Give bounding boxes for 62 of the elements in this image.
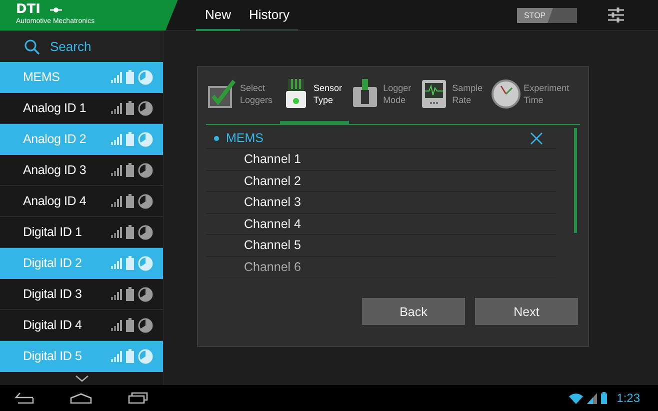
battery-icon	[600, 392, 607, 404]
pie-chart-icon	[138, 100, 153, 116]
wizard-step[interactable]: Logger Mode	[349, 67, 418, 124]
battery-icon	[126, 318, 134, 332]
battery-icon	[126, 194, 134, 208]
pie-chart-icon	[138, 70, 153, 84]
signal-icon	[111, 288, 122, 300]
pie-chart-icon	[138, 132, 153, 146]
recent-apps-icon[interactable]	[128, 392, 148, 404]
search-field[interactable]: Search	[0, 31, 163, 62]
checkbox-icon	[207, 79, 237, 109]
wizard-step[interactable]: Sensor Type	[280, 67, 350, 124]
signal-icon	[111, 72, 122, 82]
signal-icon	[111, 350, 122, 362]
signal-icon	[111, 102, 122, 114]
wizard-step[interactable]: Sample Rate	[418, 67, 490, 124]
pie-chart-icon	[138, 348, 153, 364]
pie-chart-icon	[138, 194, 153, 208]
channel-item[interactable]: Channel 5	[206, 235, 556, 256]
signal-icon	[111, 320, 122, 330]
battery-icon	[126, 132, 134, 146]
chevron-down-icon[interactable]	[74, 375, 88, 382]
pie-chart-icon	[138, 162, 153, 178]
battery-icon	[126, 256, 134, 270]
wizard-step[interactable]: Select Loggers	[206, 67, 280, 124]
signal-icon	[111, 134, 122, 144]
pie-chart-icon	[138, 256, 153, 270]
signal-icon	[111, 226, 122, 238]
scrollbar[interactable]	[574, 128, 577, 233]
channel-item[interactable]: Channel 1	[206, 149, 556, 170]
channel-item[interactable]: Channel 3	[206, 192, 556, 214]
brand-name: DTI	[16, 2, 40, 16]
home-icon[interactable]	[70, 392, 92, 404]
battery-icon	[126, 225, 134, 239]
settings-icon[interactable]	[607, 7, 625, 23]
signal-icon	[111, 164, 122, 176]
wizard-button[interactable]: Next	[475, 298, 578, 325]
battery-icon	[126, 101, 134, 115]
clock-icon	[490, 79, 521, 109]
bullet-icon	[214, 136, 219, 140]
channel-item[interactable]: Channel 4	[206, 214, 556, 235]
wizard-button[interactable]: Back	[362, 298, 465, 325]
search-icon	[24, 38, 40, 54]
signal-icon	[111, 258, 122, 268]
back-icon[interactable]	[14, 392, 34, 404]
connector-icon	[50, 6, 62, 12]
channel-item[interactable]: Channel 2	[206, 170, 556, 192]
signal-icon	[586, 392, 597, 404]
battery-icon	[126, 70, 134, 84]
close-icon[interactable]	[530, 132, 543, 144]
wifi-icon	[568, 392, 583, 404]
signal-icon	[111, 196, 122, 206]
wizard-step[interactable]: Experiment Time	[490, 67, 576, 124]
channel-item[interactable]: Channel 6	[206, 256, 556, 278]
pie-chart-icon	[138, 224, 153, 240]
pie-chart-icon	[138, 286, 153, 302]
clock-time: 1:23	[616, 391, 640, 405]
battery-icon	[126, 349, 134, 363]
battery-icon	[126, 287, 134, 301]
group-title: MEMS	[226, 131, 264, 145]
pie-chart-icon	[138, 318, 153, 332]
battery-icon	[126, 163, 134, 177]
